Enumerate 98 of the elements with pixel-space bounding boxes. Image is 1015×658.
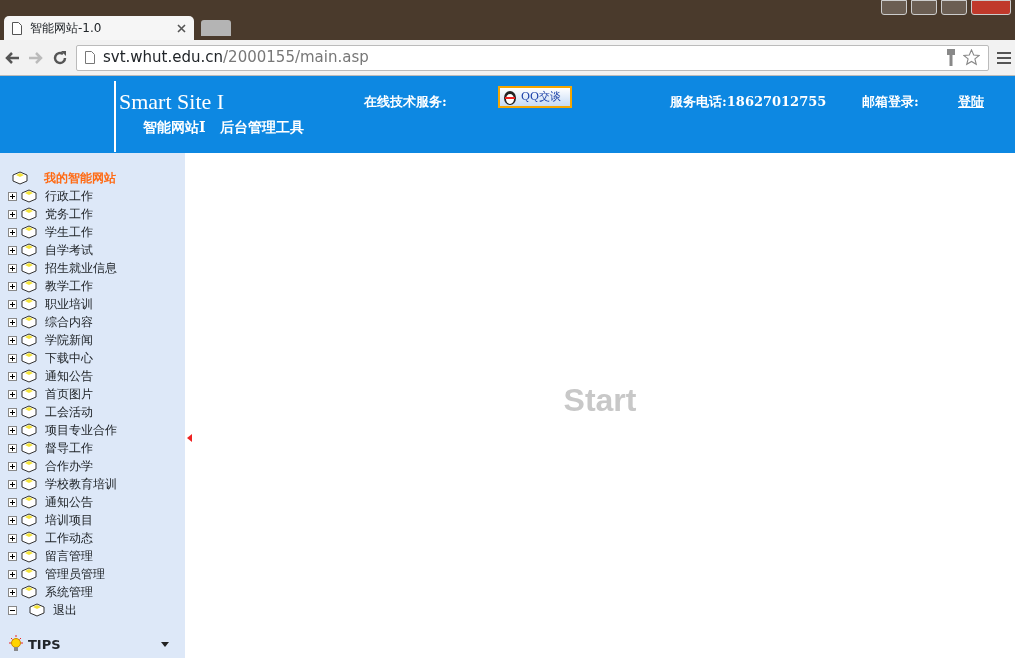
folder-icon [29,603,45,617]
tree-item[interactable]: 下载中心 [45,349,93,367]
close-window-button[interactable] [971,0,1011,15]
folder-icon [21,477,37,491]
tree-item[interactable]: 自学考试 [45,241,93,259]
folder-icon [21,549,37,563]
collapse-arrow-icon[interactable] [187,434,192,442]
tree-item[interactable]: 行政工作 [45,187,93,205]
expand-icon[interactable] [8,245,17,255]
logo-subtitle: 智能网站I 后台管理工具 [142,118,305,137]
expand-icon[interactable] [8,461,17,471]
folder-icon [21,243,37,257]
tree-item[interactable]: 管理员管理 [45,565,105,583]
tree-item[interactable]: 职业培训 [45,295,93,313]
expand-icon[interactable] [8,497,17,507]
expand-icon[interactable] [8,317,17,327]
login-link[interactable]: 登陆 [958,92,984,112]
tree-item[interactable]: 系统管理 [45,583,93,601]
tree-item[interactable]: 工作动态 [45,529,93,547]
tree-item[interactable]: 督导工作 [45,439,93,457]
tree-item[interactable]: 项目专业合作 [45,421,117,439]
expand-icon[interactable] [8,515,17,525]
dropdown-caret-icon[interactable] [161,641,169,647]
tree-item[interactable]: 学生工作 [45,223,93,241]
expand-icon[interactable] [8,533,17,543]
expand-icon[interactable] [8,191,17,201]
tree-item[interactable]: 通知公告 [45,367,93,385]
tree-item[interactable]: 合作办学 [45,457,93,475]
page-icon [85,51,95,64]
folder-icon [21,261,37,275]
reload-icon[interactable] [52,49,68,66]
folder-icon [21,207,37,221]
logo-title: Smart Site I [119,91,226,113]
expand-icon[interactable] [8,587,17,597]
expand-icon[interactable] [8,443,17,453]
tree-item[interactable]: 留言管理 [45,547,93,565]
folder-icon [21,495,37,509]
folder-icon [21,459,37,473]
folder-icon [21,585,37,599]
page-icon [12,21,22,35]
expand-icon[interactable] [8,227,17,237]
expand-icon[interactable] [8,389,17,399]
expand-icon[interactable] [8,353,17,363]
tree-item[interactable]: 首页图片 [45,385,93,403]
tree-item[interactable]: 学院新闻 [45,331,93,349]
folder-icon [21,531,37,545]
folder-icon [21,387,37,401]
tips-label: TIPS [28,635,62,654]
folder-icon [21,315,37,329]
folder-icon [21,351,37,365]
expand-icon[interactable] [8,479,17,489]
expand-icon[interactable] [8,281,17,291]
service-label: 在线技术服务: [364,93,448,111]
tree-item[interactable]: 招生就业信息 [45,259,117,277]
folder-icon [21,279,37,293]
menu-icon[interactable] [997,51,1011,64]
folder-icon [21,567,37,581]
expand-icon[interactable] [8,569,17,579]
back-icon[interactable] [4,50,20,65]
folder-icon [21,441,37,455]
collapse-icon[interactable] [8,605,17,615]
key-icon[interactable] [947,48,955,67]
lightbulb-icon [8,635,24,654]
url-host: svt.whut.edu.cn [103,48,224,67]
expand-icon[interactable] [8,371,17,381]
tree-item[interactable]: 退出 [53,601,77,619]
expand-icon[interactable] [8,263,17,273]
expand-icon[interactable] [8,551,17,561]
url-path: /2000155/main.asp [223,48,369,67]
expand-icon[interactable] [8,209,17,219]
qq-chat-button[interactable]: QQ交谈 [498,86,572,108]
expand-icon[interactable] [8,335,17,345]
folder-icon [21,333,37,347]
folder-icon [21,297,37,311]
expand-icon[interactable] [8,407,17,417]
folder-icon [21,369,37,383]
close-icon[interactable] [177,23,186,33]
folder-icon [12,171,28,185]
tree-item[interactable]: 学校教育培训 [45,475,117,493]
folder-icon [21,405,37,419]
address-bar[interactable]: svt.whut.edu.cn/2000155/main.asp [76,44,989,71]
folder-icon [21,225,37,239]
tree-item[interactable]: 工会活动 [45,403,93,421]
mail-label: 邮箱登录: [862,93,920,111]
tree-item[interactable]: 党务工作 [45,205,93,223]
star-icon[interactable] [963,49,980,66]
browser-tab[interactable]: 智能网站-1.0 [4,16,194,40]
expand-icon[interactable] [8,425,17,435]
folder-icon [21,423,37,437]
folder-icon [21,189,37,203]
service-phone: 服务电话:18627012755 [670,93,828,111]
expand-icon[interactable] [8,299,17,309]
tree-item[interactable]: 培训项目 [45,511,93,529]
tree-item[interactable]: 教学工作 [45,277,93,295]
tree-item[interactable]: 通知公告 [45,493,93,511]
tree-item[interactable]: 综合内容 [45,313,93,331]
folder-icon [21,513,37,527]
tab-title: 智能网站-1.0 [30,20,103,37]
